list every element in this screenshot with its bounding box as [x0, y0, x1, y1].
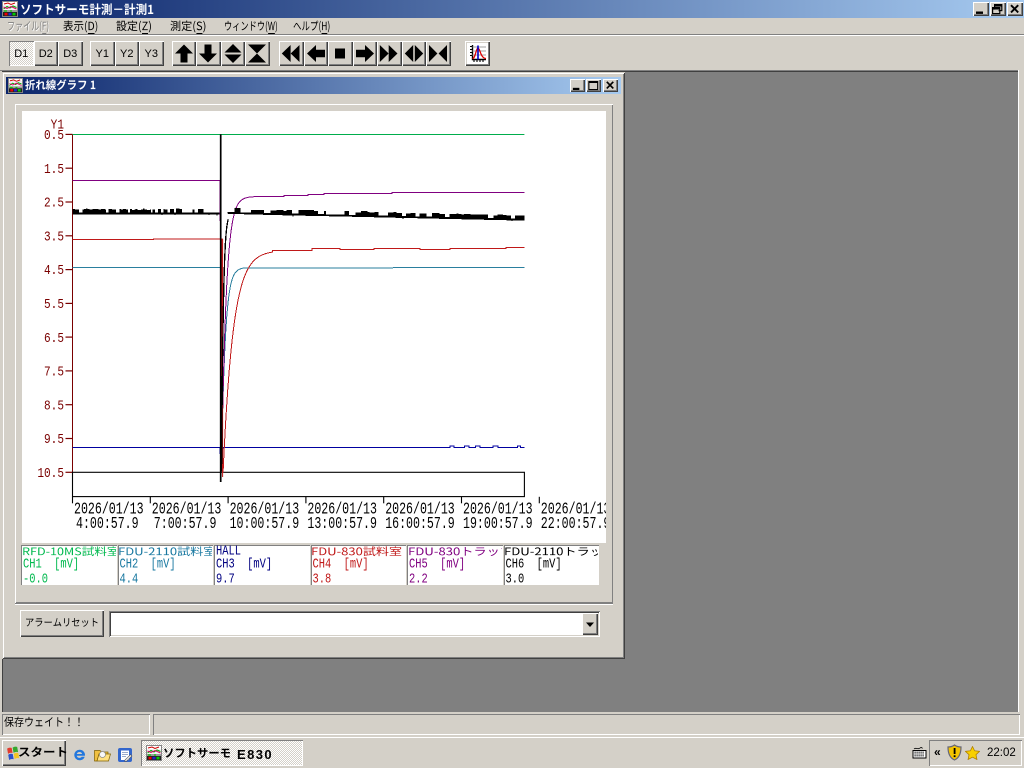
svg-text:7:00:57.9: 7:00:57.9: [154, 515, 217, 534]
svg-text:13:00:57.9: 13:00:57.9: [307, 515, 377, 534]
svg-text:8.5: 8.5: [44, 397, 64, 414]
svg-text:5.5: 5.5: [44, 296, 64, 313]
svg-text:16:00:57.9: 16:00:57.9: [385, 515, 455, 534]
svg-text:10:00:57.9: 10:00:57.9: [230, 515, 300, 534]
svg-text:10.5: 10.5: [37, 465, 64, 482]
svg-text:22:00:57.9: 22:00:57.9: [541, 515, 606, 534]
svg-text:1.5: 1.5: [44, 161, 64, 178]
svg-text:19:00:57.9: 19:00:57.9: [463, 515, 533, 534]
svg-text:2.5: 2.5: [44, 194, 64, 211]
svg-text:4:00:57.9: 4:00:57.9: [76, 515, 139, 534]
svg-text:Y1: Y1: [51, 116, 65, 133]
svg-text:7.5: 7.5: [44, 363, 64, 380]
svg-text:3.5: 3.5: [44, 228, 64, 245]
svg-text:9.5: 9.5: [44, 431, 64, 448]
svg-text:6.5: 6.5: [44, 330, 64, 347]
svg-text:4.5: 4.5: [44, 262, 64, 279]
